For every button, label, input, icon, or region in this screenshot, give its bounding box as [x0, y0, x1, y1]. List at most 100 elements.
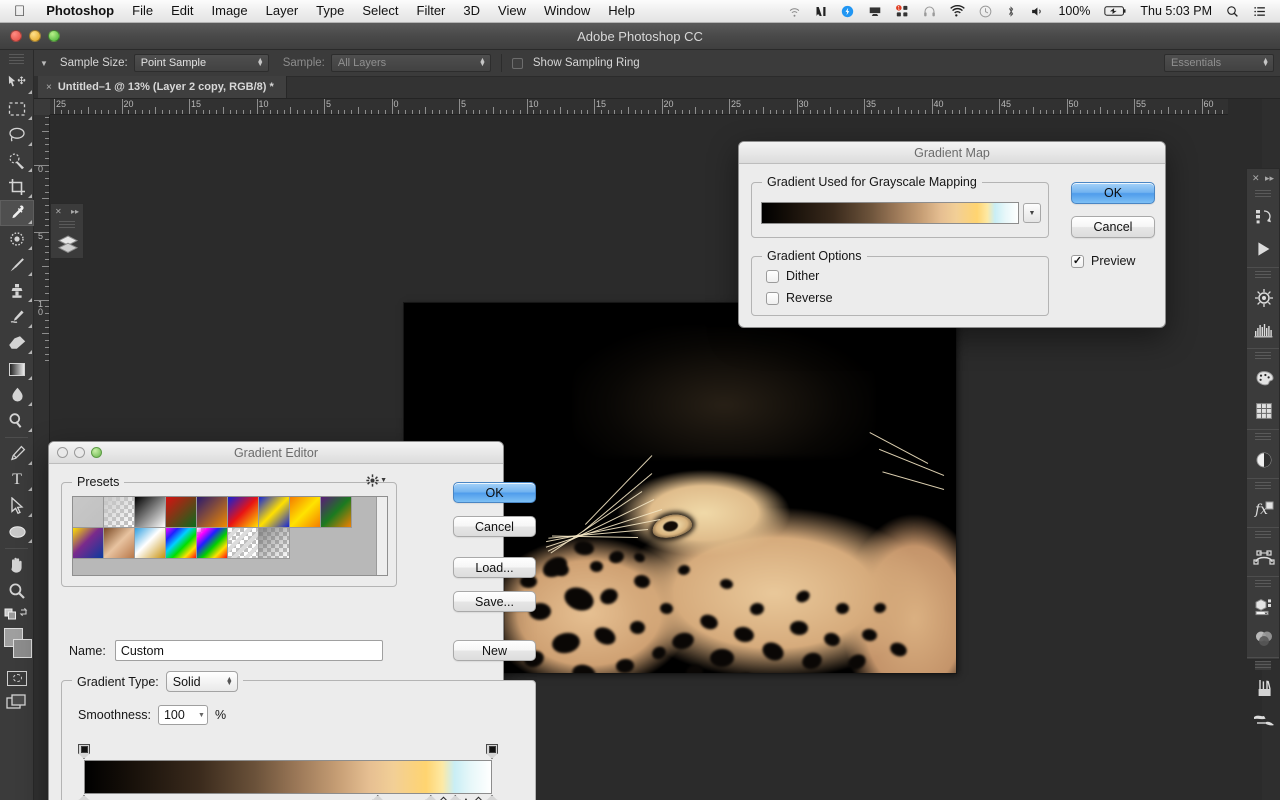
preset-swatch-blue-red-yellow[interactable] — [228, 497, 259, 528]
menu-item-file[interactable]: File — [123, 0, 162, 22]
color-panel-icon[interactable] — [1247, 363, 1280, 395]
dropbox-icon[interactable] — [834, 0, 861, 22]
airplay-icon[interactable] — [781, 0, 808, 22]
color-stop-2[interactable] — [371, 795, 384, 800]
menu-item-select[interactable]: Select — [353, 0, 407, 22]
opacity-stop-right[interactable] — [486, 744, 498, 759]
gradient-editor-save-button[interactable]: Save... — [453, 591, 536, 612]
pen-tool[interactable] — [0, 441, 34, 467]
gradient-tool[interactable] — [0, 356, 34, 382]
histogram-panel-icon[interactable] — [1247, 314, 1280, 346]
gradient-type-select[interactable]: Solid ▲ ▼ — [165, 671, 238, 692]
brush-tool[interactable] — [0, 252, 34, 278]
ellipse-tool[interactable] — [0, 519, 34, 545]
navigator-panel-icon[interactable] — [1247, 282, 1280, 314]
styles-panel-icon[interactable]: fx — [1247, 493, 1280, 525]
dock-grip[interactable] — [1255, 433, 1271, 442]
preview-checkbox[interactable]: ✓ — [1071, 254, 1084, 268]
gradient-editor-ok-button[interactable]: OK — [453, 482, 536, 503]
menu-app-name[interactable]: Photoshop — [37, 0, 123, 22]
lasso-tool[interactable] — [0, 122, 34, 148]
screen-mode-toggle[interactable] — [0, 690, 34, 714]
menu-item-view[interactable]: View — [489, 0, 535, 22]
preset-swatch-neutral-density[interactable] — [259, 528, 290, 559]
menu-bar-clock[interactable]: Thu 5:03 PM — [1133, 4, 1219, 18]
volume-icon[interactable] — [1023, 0, 1051, 22]
preset-swatch-orange-yellow-orange[interactable] — [290, 497, 321, 528]
swatches-panel-icon[interactable] — [1247, 395, 1280, 427]
close-icon[interactable]: ✕ — [1252, 173, 1260, 184]
preset-swatch-violet-green-orange[interactable] — [321, 497, 352, 528]
gradient-map-ok-button[interactable]: OK — [1071, 182, 1155, 204]
dock-grip[interactable] — [1255, 271, 1271, 280]
search-icon[interactable] — [1219, 0, 1246, 22]
tools-panel-grip[interactable] — [9, 54, 24, 66]
list-icon[interactable] — [1246, 0, 1274, 22]
show-sampling-ring-checkbox[interactable] — [511, 57, 523, 69]
preset-swatch-red-green[interactable] — [166, 497, 197, 528]
battery-icon[interactable] — [1097, 0, 1133, 22]
default-colors-icon[interactable] — [0, 604, 34, 622]
type-tool[interactable]: T — [0, 467, 34, 493]
chevron-down-icon[interactable]: ▼ — [1023, 203, 1041, 223]
expand-icon[interactable]: ▸▸ — [71, 207, 79, 216]
sample-size-select[interactable]: Point Sample ▲ ▼ — [133, 54, 269, 72]
menu-item-edit[interactable]: Edit — [162, 0, 202, 22]
menu-item-window[interactable]: Window — [535, 0, 599, 22]
preview-row[interactable]: ✓ Preview — [1071, 254, 1135, 268]
gradient-editor-new-button[interactable]: New — [453, 640, 536, 661]
healing-brush-tool[interactable] — [0, 226, 34, 252]
reverse-checkbox[interactable] — [766, 291, 779, 305]
menu-item-image[interactable]: Image — [203, 0, 257, 22]
presets-scrollbar[interactable] — [376, 497, 387, 575]
menu-item-layer[interactable]: Layer — [257, 0, 308, 22]
move-tool[interactable] — [0, 70, 34, 96]
presets-well[interactable] — [72, 496, 388, 576]
menu-item-help[interactable]: Help — [599, 0, 644, 22]
history-panel-icon[interactable] — [1247, 201, 1280, 233]
gradient-name-input[interactable]: Custom — [114, 640, 383, 661]
sample-select[interactable]: All Layers ▲ ▼ — [330, 54, 491, 72]
opacity-stop-left[interactable] — [78, 744, 90, 759]
zoom-tool[interactable] — [0, 578, 34, 604]
brush-panel-icon[interactable] — [1247, 672, 1280, 704]
color-stop-4[interactable] — [449, 795, 462, 800]
bluetooth-icon[interactable] — [999, 0, 1023, 22]
horizontal-ruler[interactable]: 2520151050510152025303540455055606570 — [34, 99, 1228, 115]
menu-item-3d[interactable]: 3D — [454, 0, 489, 22]
display-icon[interactable] — [861, 0, 889, 22]
adjustments-panel-icon[interactable] — [1247, 444, 1280, 476]
preset-swatch-violet-orange[interactable] — [197, 497, 228, 528]
chevron-down-icon[interactable]: ▼ — [198, 712, 205, 719]
preset-swatch-foreground-to-background[interactable] — [73, 497, 104, 528]
eraser-tool[interactable] — [0, 330, 34, 356]
preset-swatch-black-white[interactable] — [135, 497, 166, 528]
layers-float-panel[interactable]: ✕ ▸▸ — [50, 203, 84, 259]
ruler-corner[interactable] — [34, 99, 50, 115]
menu-item-type[interactable]: Type — [307, 0, 353, 22]
path-selection-tool[interactable] — [0, 493, 34, 519]
channels-panel-icon[interactable] — [1247, 623, 1280, 655]
apple-icon[interactable]:  — [14, 4, 25, 19]
history-brush-tool[interactable] — [0, 304, 34, 330]
crop-tool[interactable] — [0, 174, 34, 200]
gradient-map-cancel-button[interactable]: Cancel — [1071, 216, 1155, 238]
paths-panel-icon[interactable] — [1247, 542, 1280, 574]
wifi-icon[interactable] — [943, 0, 972, 22]
color-stop-5[interactable] — [486, 795, 498, 800]
preset-swatch-yellow-violet-orange-blue[interactable] — [73, 528, 104, 559]
hand-tool[interactable] — [0, 552, 34, 578]
color-swatches[interactable] — [0, 626, 34, 666]
quick-selection-tool[interactable] — [0, 148, 34, 174]
dock-grip[interactable] — [1255, 482, 1271, 491]
background-color-swatch[interactable] — [13, 639, 32, 658]
preset-swatch-transparent-rainbow[interactable] — [197, 528, 228, 559]
brush-presets-panel-icon[interactable] — [1247, 704, 1280, 736]
close-icon[interactable]: × — [46, 82, 52, 93]
gradient-editor-load-button[interactable]: Load... — [453, 557, 536, 578]
menu-item-filter[interactable]: Filter — [408, 0, 455, 22]
preset-swatch-transparent-stripes[interactable] — [228, 528, 259, 559]
dodge-tool[interactable] — [0, 408, 34, 434]
layers-float-grip[interactable] — [59, 221, 75, 230]
notification-icon[interactable]: 1 — [889, 0, 916, 22]
